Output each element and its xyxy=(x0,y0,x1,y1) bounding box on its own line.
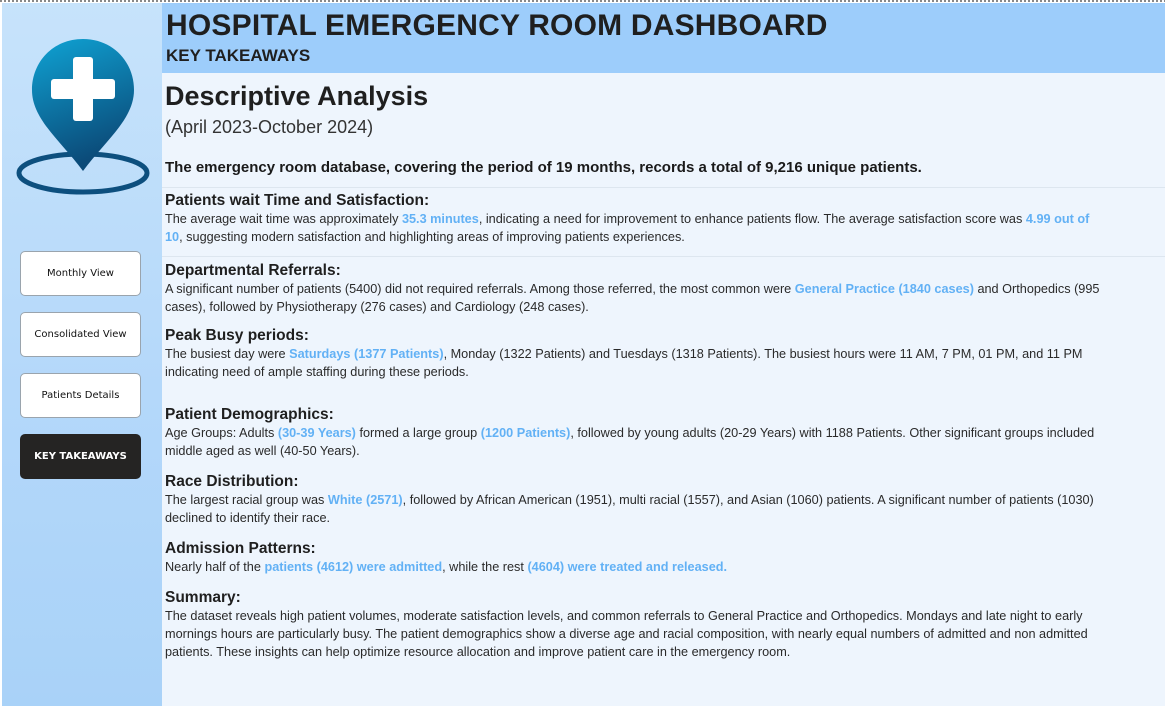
key-takeaways-button[interactable]: KEY TAKEAWAYS xyxy=(20,434,141,479)
section-text: The average wait time was approximately … xyxy=(165,212,1090,226)
section-summary: Summary: The dataset reveals high patien… xyxy=(165,589,1165,661)
section-text: 10, suggesting modern satisfaction and h… xyxy=(165,230,685,244)
section-text: patients. These insights can help optimi… xyxy=(165,645,791,659)
page-header: HOSPITAL EMERGENCY ROOM DASHBOARD KEY TA… xyxy=(162,3,1165,73)
section-text: mornings hours are particularly busy. Th… xyxy=(165,627,1088,641)
section-text: Age Groups: Adults (30-39 Years) formed … xyxy=(165,426,1095,440)
page-subtitle: KEY TAKEAWAYS xyxy=(166,46,311,65)
page-title: HOSPITAL EMERGENCY ROOM DASHBOARD xyxy=(166,9,828,42)
monthly-view-button[interactable]: Monthly View xyxy=(20,251,141,296)
section-text: middle aged as well (40-50 Years). xyxy=(165,444,360,458)
section-referrals: Departmental Referrals: A significant nu… xyxy=(165,262,1165,316)
takeaways-panel: Descriptive Analysis (April 2023-October… xyxy=(162,73,1165,706)
section-admission: Admission Patterns: Nearly half of the p… xyxy=(165,540,1165,576)
divider xyxy=(162,256,1165,257)
hospital-location-pin-icon xyxy=(16,39,150,195)
section-title: Departmental Referrals: xyxy=(165,262,341,279)
section-race: Race Distribution: The largest racial gr… xyxy=(165,473,1165,527)
sidebar: Monthly View Consolidated View Patients … xyxy=(2,3,162,706)
section-text: cases), followed by Physiotherapy (276 c… xyxy=(165,300,589,314)
section-title: Patients wait Time and Satisfaction: xyxy=(165,192,430,209)
section-title: Race Distribution: xyxy=(165,473,299,490)
section-text: indicating need of ample staffing during… xyxy=(165,365,469,379)
section-peak-periods: Peak Busy periods: The busiest day were … xyxy=(165,327,1165,381)
section-text: The busiest day were Saturdays (1377 Pat… xyxy=(165,347,1083,361)
patients-details-button[interactable]: Patients Details xyxy=(20,373,141,418)
section-text: The largest racial group was White (2571… xyxy=(165,493,1094,507)
intro-summary: The emergency room database, covering th… xyxy=(165,159,922,176)
analysis-period: (April 2023-October 2024) xyxy=(165,117,374,137)
section-text: A significant number of patients (5400) … xyxy=(165,282,1100,296)
analysis-heading: Descriptive Analysis xyxy=(165,81,429,111)
section-title: Summary: xyxy=(165,589,241,606)
section-title: Patient Demographics: xyxy=(165,406,334,423)
section-text: Nearly half of the patients (4612) were … xyxy=(165,560,728,574)
section-text: The dataset reveals high patient volumes… xyxy=(165,609,1083,623)
section-title: Admission Patterns: xyxy=(165,540,316,557)
section-demographics: Patient Demographics: Age Groups: Adults… xyxy=(165,406,1165,460)
section-text: declined to identify their race. xyxy=(165,511,331,525)
section-wait-time: Patients wait Time and Satisfaction: The… xyxy=(165,192,1165,246)
section-title: Peak Busy periods: xyxy=(165,327,309,344)
consolidated-view-button[interactable]: Consolidated View xyxy=(20,312,141,357)
divider xyxy=(162,187,1165,188)
